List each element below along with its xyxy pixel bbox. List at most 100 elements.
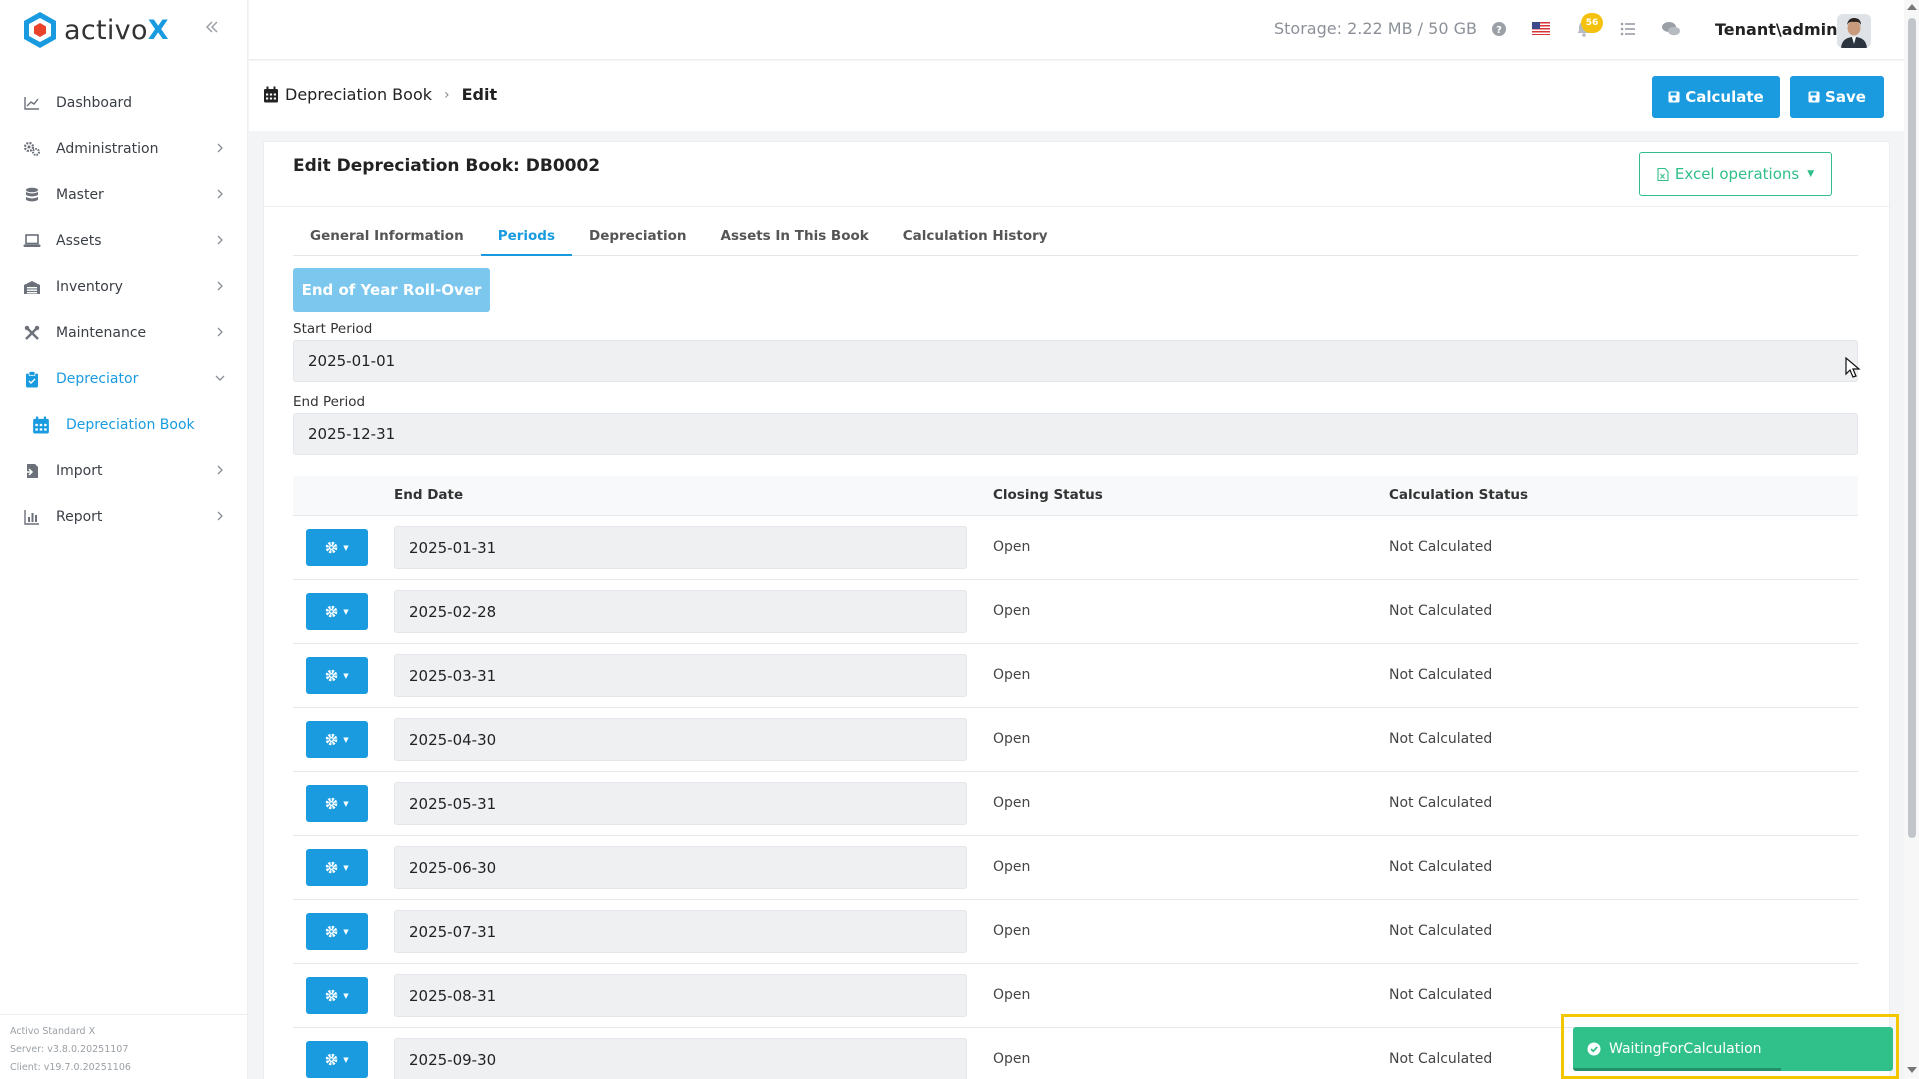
end-date-input[interactable]: 2025-02-28 (394, 590, 967, 633)
product-name: Activo Standard X (10, 1026, 96, 1037)
row-actions-button[interactable]: ▼ (306, 849, 368, 886)
excel-operations-label: Excel operations (1674, 165, 1800, 183)
column-header-end-date[interactable]: End Date (394, 487, 463, 503)
sidebar-item-maintenance[interactable]: Maintenance (0, 310, 248, 356)
closing-status-cell: Open (993, 795, 1031, 811)
save-icon (1668, 91, 1680, 103)
row-actions-button[interactable]: ▼ (306, 785, 368, 822)
row-actions-button[interactable]: ▼ (306, 721, 368, 758)
tab-assets-in-this-book[interactable]: Assets In This Book (704, 224, 886, 256)
calculation-status-cell: Not Calculated (1389, 603, 1493, 619)
caret-down-icon: ▼ (343, 991, 349, 1000)
end-period-field[interactable]: 2025-12-31 (293, 413, 1858, 455)
table-row: ▼ 2025-04-30 Open Not Calculated (293, 708, 1858, 772)
tab-bar: General Information Periods Depreciation… (293, 224, 1858, 256)
periods-table: End Date Closing Status Calculation Stat… (293, 476, 1858, 1079)
sidebar-item-dashboard[interactable]: Dashboard (0, 80, 248, 126)
sidebar-item-report[interactable]: Report (0, 494, 248, 540)
closing-status-cell: Open (993, 1051, 1031, 1067)
help-icon[interactable]: ? (1490, 20, 1508, 38)
calculate-button[interactable]: Calculate (1652, 76, 1780, 118)
gears-icon (22, 139, 42, 159)
tab-calculation-history[interactable]: Calculation History (886, 224, 1065, 256)
scroll-down-icon[interactable] (1907, 1067, 1917, 1073)
end-date-input[interactable]: 2025-08-31 (394, 974, 967, 1017)
breadcrumb-root[interactable]: Depreciation Book (285, 85, 432, 104)
clipboard-icon (22, 369, 42, 389)
row-actions-button[interactable]: ▼ (306, 1041, 368, 1078)
calculation-status-cell: Not Calculated (1389, 923, 1493, 939)
page-scrollbar[interactable] (1904, 0, 1919, 1079)
sidebar: activoX Dashboard Administration Master … (0, 0, 248, 1079)
laptop-icon (22, 231, 42, 251)
end-date-input[interactable]: 2025-07-31 (394, 910, 967, 953)
chevron-right-icon (217, 465, 223, 475)
row-actions-button[interactable]: ▼ (306, 913, 368, 950)
svg-text:?: ? (1496, 25, 1502, 36)
row-actions-button[interactable]: ▼ (306, 593, 368, 630)
end-of-year-rollover-button[interactable]: End of Year Roll-Over (293, 268, 490, 312)
calculation-status-cell: Not Calculated (1389, 795, 1493, 811)
table-row: ▼ 2025-07-31 Open Not Calculated (293, 900, 1858, 964)
sidebar-item-assets[interactable]: Assets (0, 218, 248, 264)
end-date-input[interactable]: 2025-09-30 (394, 1038, 967, 1079)
database-icon (22, 185, 42, 205)
chevron-right-icon (217, 235, 223, 245)
end-date-input[interactable]: 2025-04-30 (394, 718, 967, 761)
gear-icon (325, 733, 338, 746)
table-row: ▼ 2025-06-30 Open Not Calculated (293, 836, 1858, 900)
list-icon[interactable] (1619, 20, 1637, 38)
avatar[interactable] (1837, 14, 1871, 48)
scrollbar-thumb[interactable] (1908, 18, 1916, 838)
sidebar-item-master[interactable]: Master (0, 172, 248, 218)
row-actions-button[interactable]: ▼ (306, 657, 368, 694)
table-header: End Date Closing Status Calculation Stat… (293, 476, 1858, 516)
caret-down-icon: ▼ (343, 1055, 349, 1064)
scroll-up-icon[interactable] (1907, 4, 1917, 10)
user-name[interactable]: Tenant\admin (1715, 20, 1838, 39)
edit-card: Edit Depreciation Book: DB0002 Excel ope… (263, 141, 1890, 1079)
collapse-sidebar-icon[interactable] (204, 18, 224, 38)
end-date-input[interactable]: 2025-06-30 (394, 846, 967, 889)
row-actions-button[interactable]: ▼ (306, 977, 368, 1014)
column-header-closing-status[interactable]: Closing Status (993, 487, 1103, 503)
chevron-down-icon (215, 375, 225, 381)
excel-operations-button[interactable]: Excel operations ▼ (1639, 152, 1832, 196)
tab-depreciation[interactable]: Depreciation (572, 224, 704, 256)
save-button[interactable]: Save (1790, 76, 1884, 118)
caret-down-icon: ▼ (343, 543, 349, 552)
check-circle-icon (1587, 1042, 1601, 1056)
breadcrumb: Depreciation Book › Edit (263, 85, 497, 104)
calculation-status-cell: Not Calculated (1389, 859, 1493, 875)
sidebar-item-inventory[interactable]: Inventory (0, 264, 248, 310)
start-period-field[interactable]: 2025-01-01 (293, 340, 1858, 382)
start-period-label: Start Period (293, 321, 373, 337)
end-date-input[interactable]: 2025-03-31 (394, 654, 967, 697)
sidebar-item-administration[interactable]: Administration (0, 126, 248, 172)
chevron-right-icon: › (444, 86, 450, 103)
row-actions-button[interactable]: ▼ (306, 529, 368, 566)
calculation-status-cell: Not Calculated (1389, 987, 1493, 1003)
tab-periods[interactable]: Periods (480, 224, 572, 256)
caret-down-icon: ▼ (343, 607, 349, 616)
sidebar-item-import[interactable]: Import (0, 448, 248, 494)
toast-progress-bar (1573, 1068, 1781, 1071)
chevron-right-icon (217, 511, 223, 521)
toast-notification[interactable]: WaitingForCalculation (1573, 1027, 1893, 1071)
storage-usage: Storage: 2.22 MB / 50 GB (1274, 19, 1477, 38)
tab-general-information[interactable]: General Information (293, 224, 481, 256)
table-body: ▼ 2025-01-31 Open Not Calculated ▼ 2025-02-28… (293, 516, 1858, 1079)
table-row: ▼ 2025-05-31 Open Not Calculated (293, 772, 1858, 836)
gear-icon (325, 925, 338, 938)
server-version: Server: v3.8.0.20251107 (10, 1044, 129, 1055)
us-flag-icon[interactable] (1532, 22, 1550, 35)
chat-icon[interactable] (1661, 20, 1681, 38)
save-label: Save (1825, 88, 1866, 106)
caret-down-icon: ▼ (343, 799, 349, 808)
sidebar-item-label: Maintenance (56, 325, 147, 341)
sidebar-subitem-depreciation-book[interactable]: Depreciation Book (0, 402, 248, 448)
sidebar-item-depreciator[interactable]: Depreciator (0, 356, 248, 402)
column-header-calculation-status[interactable]: Calculation Status (1389, 487, 1528, 503)
end-date-input[interactable]: 2025-01-31 (394, 526, 967, 569)
end-date-input[interactable]: 2025-05-31 (394, 782, 967, 825)
